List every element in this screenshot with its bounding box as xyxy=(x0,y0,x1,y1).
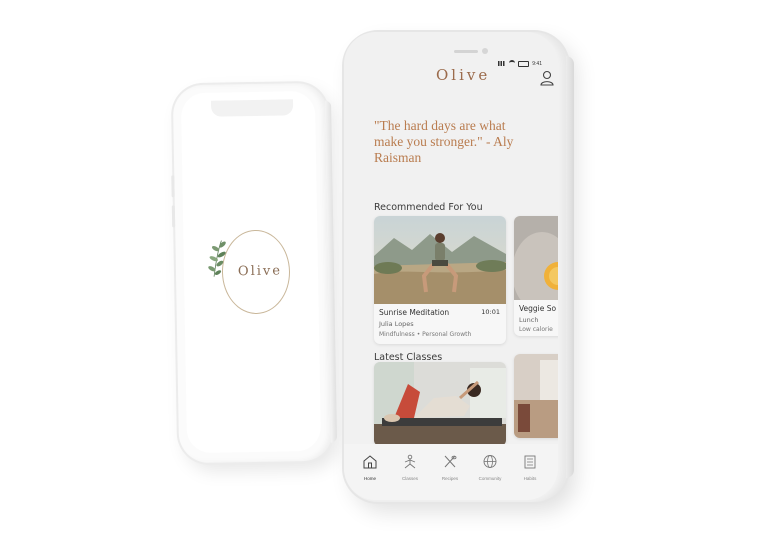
tab-label: Habits xyxy=(523,476,537,481)
tab-label: Classes xyxy=(401,476,418,481)
recipe-card-veggie-soup[interactable]: Veggie So Lunch Low calorie xyxy=(514,216,558,336)
tab-label: Home xyxy=(363,476,376,481)
class-thumbnail xyxy=(374,216,506,304)
card-instructor: Julia Lopes xyxy=(379,320,414,328)
speaker xyxy=(454,50,478,53)
recipe-thumbnail xyxy=(514,216,558,300)
bottom-tab-bar: Home Classes Recipes Community Habits xyxy=(344,444,558,500)
camera xyxy=(482,48,488,54)
tab-recipes[interactable]: Recipes xyxy=(432,454,468,481)
class-card-sunrise-meditation[interactable]: Sunrise Meditation 10:01 Julia Lopes Min… xyxy=(374,216,506,344)
phone-notch xyxy=(210,99,294,117)
profile-icon[interactable] xyxy=(540,70,554,86)
volume-button xyxy=(171,175,175,198)
tab-label: Community xyxy=(478,476,502,481)
card-duration: 10:01 xyxy=(481,308,500,316)
recommended-title: Recommended For You xyxy=(374,202,483,213)
checklist-icon xyxy=(524,455,536,469)
battery-icon xyxy=(518,60,530,67)
tab-habits[interactable]: Habits xyxy=(512,454,548,481)
latest-class-card[interactable] xyxy=(514,354,558,438)
class-thumbnail xyxy=(514,354,558,438)
splash-phone: Olive xyxy=(171,82,337,464)
wifi-icon xyxy=(509,60,516,67)
daily-quote: "The hard days are what make you stronge… xyxy=(374,118,514,165)
volume-button xyxy=(171,205,176,228)
signal-icon xyxy=(498,61,507,66)
tab-label: Recipes xyxy=(441,476,459,481)
phone-edge xyxy=(566,56,574,478)
tab-home[interactable]: Home xyxy=(352,454,388,481)
app-logo: Olive xyxy=(436,66,491,84)
card-title: Sunrise Meditation xyxy=(379,308,450,317)
home-icon xyxy=(363,455,377,469)
card-tags: Low calorie xyxy=(519,326,553,333)
tab-classes[interactable]: Classes xyxy=(392,454,428,481)
status-bar: 9:41 xyxy=(498,60,542,67)
latest-class-card[interactable] xyxy=(374,362,506,446)
status-time: 9:41 xyxy=(532,60,542,67)
card-tags: Mindfulness • Personal Growth xyxy=(379,331,472,338)
olive-leaves-icon xyxy=(208,240,226,277)
tab-community[interactable]: Community xyxy=(472,454,508,481)
home-screen: 9:41 Olive "The hard days are what make … xyxy=(344,32,558,500)
class-thumbnail xyxy=(374,362,506,446)
splash-logo: Olive xyxy=(237,263,283,280)
card-title: Veggie So xyxy=(519,304,557,313)
utensils-icon xyxy=(444,455,457,468)
splash-screen: Olive xyxy=(180,90,322,454)
card-subtitle: Lunch xyxy=(519,316,539,324)
globe-icon xyxy=(483,455,497,468)
yoga-icon xyxy=(404,454,416,469)
phone-edge xyxy=(325,100,337,443)
home-phone: 9:41 Olive "The hard days are what make … xyxy=(344,32,574,502)
